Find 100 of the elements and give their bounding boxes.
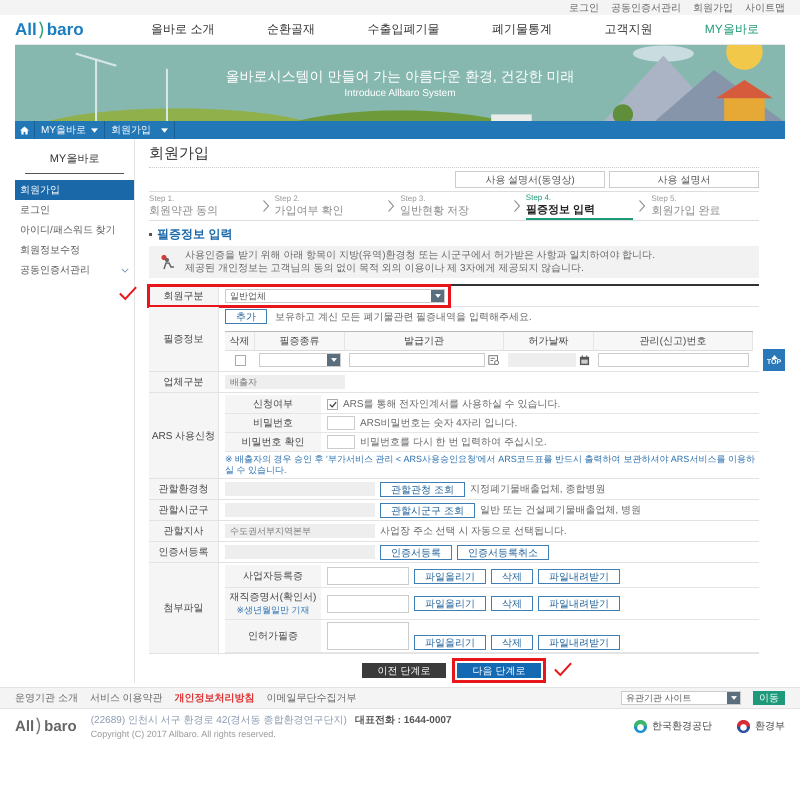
password-field[interactable] — [327, 435, 355, 449]
file-list-box[interactable] — [327, 594, 409, 612]
file-label: 사업자등록증 — [243, 570, 303, 583]
copyright-text: Copyright (C) 2017 Allbaro. All rights reserved. — [90, 729, 277, 739]
lookup-button[interactable]: 관할시군구 조회 — [380, 502, 475, 518]
member-type-dropdown[interactable]: 일반업체 — [225, 289, 445, 303]
manual-button[interactable]: 사용 설명서(동영상) — [455, 171, 605, 188]
column-header: 발급기관 — [345, 332, 504, 351]
sidebar-title: MY올바로 — [25, 147, 124, 174]
footer-link[interactable]: 운영기관 소개 — [15, 691, 78, 705]
utility-link[interactable]: 회원가입 — [693, 0, 733, 14]
form-label: 필증정보 — [149, 307, 219, 371]
step-label: Step 5. 회원가입 완료 — [651, 193, 722, 219]
page-title: 회원가입 — [149, 144, 759, 168]
lookup-button[interactable]: 인증서등록 — [380, 544, 452, 560]
lookup-button[interactable]: 인증서등록취소 — [457, 544, 549, 560]
input-field[interactable] — [598, 353, 749, 367]
file-button[interactable]: 파일올리기 — [414, 635, 486, 650]
person-icon — [159, 254, 175, 270]
chevron-right-icon — [388, 200, 394, 212]
agency-name: 환경부 — [755, 720, 785, 733]
sidebar-item[interactable]: 로그인 — [15, 200, 134, 220]
file-button[interactable]: 파일올리기 — [414, 568, 486, 584]
form-label: 비밀번호 — [225, 414, 321, 432]
file-list-box[interactable] — [327, 622, 409, 650]
calendar-icon[interactable] — [579, 354, 590, 366]
agency-logo-icon — [736, 718, 751, 734]
logo[interactable]: All baro — [15, 20, 125, 40]
file-button[interactable]: 삭제 — [491, 635, 533, 650]
file-button[interactable]: 파일내려받기 — [538, 596, 620, 611]
form-label: 신청여부 — [225, 395, 321, 413]
readonly-field[interactable]: 수도권서부지역본부 — [225, 524, 375, 538]
file-button[interactable]: 삭제 — [491, 568, 533, 584]
chevron-down-icon — [121, 268, 129, 272]
caret-icon — [330, 358, 336, 362]
nav-item[interactable]: MY올바로 — [704, 21, 759, 38]
checkbox-label: ARS를 통해 전자인계서를 사용하실 수 있습니다. — [343, 398, 560, 411]
checkbox[interactable] — [234, 354, 246, 366]
file-list-box[interactable] — [327, 567, 409, 585]
step-label: Step 2. 가입여부 확인 — [274, 193, 345, 219]
nav-item[interactable]: 폐기물통계 — [492, 21, 552, 38]
file-button[interactable]: 파일내려받기 — [538, 635, 620, 650]
file-button[interactable]: 파일올리기 — [414, 596, 486, 611]
previous-button[interactable]: 이전 단계로 — [362, 663, 446, 678]
hint-text: 보유하고 계신 모든 폐기물관련 필증내역을 입력해주세요. — [275, 310, 532, 324]
caret-icon — [434, 294, 440, 298]
column-header: 삭제 — [225, 332, 255, 351]
sidebar-item[interactable]: 회원가입 — [15, 180, 134, 200]
lookup-button[interactable]: 관할관청 조회 — [380, 482, 465, 496]
utility-link[interactable]: 공동인증서관리 — [611, 0, 681, 14]
step-label: Step 4. 필증정보 입력 — [526, 192, 634, 220]
caret-up-icon — [770, 354, 778, 358]
footer-link[interactable]: 개인정보처리방침 — [174, 691, 255, 705]
next-button[interactable]: 다음 단계로 — [457, 663, 541, 678]
nav-item[interactable]: 순환골재 — [267, 21, 315, 38]
form-label: 관할지사 — [149, 521, 219, 541]
footer-link[interactable]: 서비스 이용약관 — [90, 691, 163, 705]
address-text: (22689) 인천시 서구 환경로 42(경서동 종합환경연구단지) — [90, 714, 347, 727]
nav-item[interactable]: 고객지원 — [604, 21, 652, 38]
banner-subtitle: Introduce Allbaro System — [344, 88, 456, 98]
sidebar-item[interactable]: 회원정보수정 — [15, 240, 134, 260]
search-icon[interactable] — [488, 354, 500, 366]
go-button[interactable]: 이동 — [753, 691, 785, 705]
form-label: ARS 사용신청 — [149, 393, 219, 478]
checkmark-icon — [554, 662, 572, 677]
sidebar-item[interactable]: 공동인증서관리 — [15, 260, 134, 280]
sidebar-item[interactable]: 아이디/패스워드 찾기 — [15, 220, 134, 240]
step-label: Step 1. 회원약관 동의 — [149, 193, 220, 219]
step-label: Step 3. 일반현황 저장 — [400, 193, 470, 219]
utility-link[interactable]: 사이트맵 — [745, 0, 785, 14]
form-label: 비밀번호 확인 — [225, 433, 321, 451]
file-label: 인허가필증 — [248, 630, 298, 643]
file-button[interactable]: 파일내려받기 — [538, 568, 620, 584]
file-button[interactable]: 삭제 — [491, 596, 533, 611]
hint-text: 비밀번호를 다시 한 번 입력하여 주십시오. — [360, 436, 547, 449]
chevron-right-icon — [262, 200, 269, 212]
footer-link[interactable]: 이메일무단수집거부 — [266, 691, 357, 705]
hint-text: 지정폐기물배출업체, 종합병원 — [470, 483, 606, 496]
home-icon — [20, 126, 29, 134]
agency-logo-icon — [633, 718, 648, 734]
note-text: ※생년월일만 기재 — [236, 604, 310, 617]
chevron-right-icon — [514, 200, 520, 212]
caret-icon — [91, 128, 98, 132]
permit-type-dropdown[interactable] — [259, 353, 341, 367]
password-field[interactable] — [327, 416, 355, 430]
related-sites-dropdown[interactable]: 유관기관 사이트 — [621, 691, 741, 705]
section-title: 필증정보 입력 — [149, 226, 759, 243]
note-text: ※ 배출자의 경우 승인 후 '부가서비스 관리 < ARS사용승인요청'에서 ARS코드표를 반드시 출력하여 보관하셔야 ARS서비스를 이용하실 수 있습니다. — [225, 453, 756, 477]
caret-icon — [730, 696, 736, 700]
form-label: 관할시군구 — [149, 500, 219, 520]
manual-button[interactable]: 사용 설명서 — [609, 171, 759, 188]
caret-icon — [161, 128, 168, 132]
input-field[interactable] — [349, 353, 485, 367]
nav-item[interactable]: 수출입폐기물 — [367, 21, 440, 38]
add-button[interactable]: 추가 — [225, 309, 267, 324]
company-type-field[interactable]: 배출자 — [225, 375, 345, 389]
nav-item[interactable]: 올바로 소개 — [151, 21, 215, 38]
form-label: 업체구분 — [149, 372, 219, 392]
checkbox[interactable] — [327, 398, 338, 410]
utility-link[interactable]: 로그인 — [569, 0, 599, 14]
